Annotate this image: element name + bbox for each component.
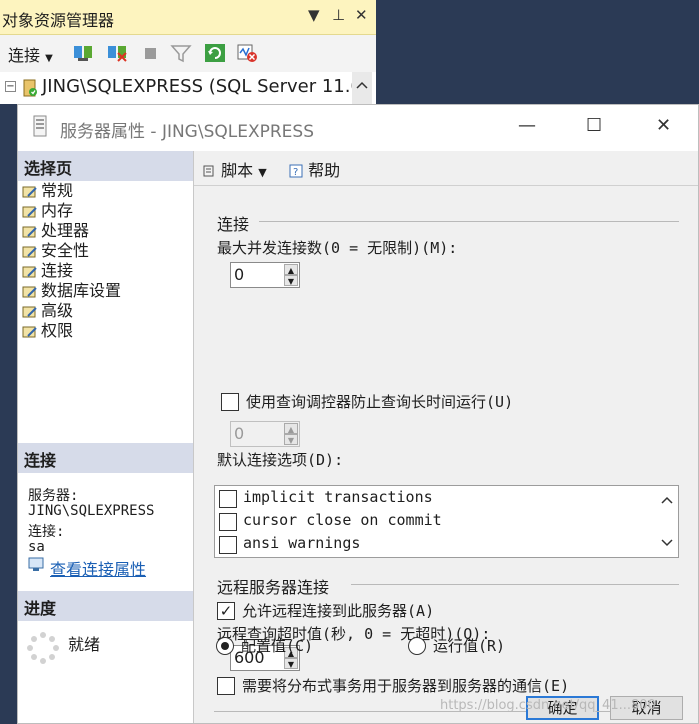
list-scrollbar[interactable] <box>656 486 678 557</box>
object-explorer-title: 对象资源管理器 <box>2 11 115 30</box>
distributed-transactions-checkbox[interactable] <box>217 677 235 695</box>
page-icon <box>22 246 37 257</box>
max-connections-label: 最大并发连接数(0 = 无限制)(M): <box>217 239 458 257</box>
max-connections-stepper[interactable]: 0 ▲ ▼ <box>230 262 300 288</box>
allow-remote-label: 允许远程连接到此服务器(A) <box>242 602 435 620</box>
page-icon <box>22 266 37 277</box>
connections-group-label: 连接 <box>217 215 250 234</box>
radio-dot <box>221 642 229 650</box>
script-icon <box>203 165 214 177</box>
distributed-transactions-label: 需要将分布式事务用于服务器到服务器的通信(E) <box>242 677 570 695</box>
page-icon <box>22 186 37 197</box>
object-explorer-titlebar: 对象资源管理器 ▼ ⊥ ✕ <box>0 0 376 35</box>
decrement-icon[interactable]: ▼ <box>284 275 298 286</box>
query-governor-checkbox[interactable] <box>221 393 239 411</box>
page-item-processors[interactable]: 处理器 <box>22 221 89 241</box>
decrement-icon[interactable]: ▼ <box>284 434 298 445</box>
help-icon: ? <box>289 164 303 178</box>
right-toolbar: 脚本 ▼ ? 帮助 <box>194 151 698 186</box>
disconnect-db-icon[interactable] <box>106 43 128 63</box>
object-explorer-panel: 对象资源管理器 ▼ ⊥ ✕ 连接 ▼ − JING\SQLEXPRESS (SQ… <box>0 0 376 104</box>
select-page-header: 选择页 <box>18 151 193 181</box>
tree-scrollbar[interactable] <box>352 72 372 104</box>
page-item-connections[interactable]: 连接 <box>22 261 73 281</box>
config-value-radio[interactable] <box>216 637 234 655</box>
chevron-up-icon[interactable] <box>661 495 673 505</box>
server-value: JING\SQLEXPRESS <box>28 503 155 519</box>
page-item-memory[interactable]: 内存 <box>22 201 73 221</box>
pin-icon[interactable]: ⊥ <box>332 6 345 24</box>
query-governor-stepper[interactable]: 0 ▲ ▼ <box>230 421 300 447</box>
object-explorer-tree: − JING\SQLEXPRESS (SQL Server 11.0. <box>0 72 376 104</box>
group-divider <box>259 221 679 222</box>
dropdown-icon[interactable]: ▼ <box>308 6 320 24</box>
page-icon <box>22 326 37 337</box>
allow-remote-checkbox[interactable]: ✓ <box>217 602 235 620</box>
page-item-database-settings[interactable]: 数据库设置 <box>22 281 121 301</box>
close-button[interactable]: ✕ <box>656 115 671 136</box>
refresh-icon[interactable] <box>204 43 226 63</box>
option-checkbox[interactable] <box>219 536 237 554</box>
connect-db-icon[interactable] <box>72 43 94 63</box>
script-button[interactable]: 脚本 ▼ <box>202 157 267 181</box>
server-node[interactable]: JING\SQLEXPRESS (SQL Server 11.0. <box>42 76 368 97</box>
server-icon <box>23 79 37 97</box>
option-checkbox[interactable] <box>219 490 237 508</box>
server-properties-dialog: 服务器属性 - JING\SQLEXPRESS — ☐ ✕ 选择页 常规 内存 … <box>17 104 699 724</box>
document-icon <box>33 115 47 137</box>
increment-icon[interactable]: ▲ <box>284 423 298 434</box>
page-item-general[interactable]: 常规 <box>22 181 73 201</box>
svg-text:?: ? <box>293 167 298 178</box>
dialog-titlebar: 服务器属性 - JING\SQLEXPRESS — ☐ ✕ <box>18 105 698 151</box>
default-options-label: 默认连接选项(D): <box>217 451 344 469</box>
help-button[interactable]: ? 帮助 <box>289 157 340 181</box>
stop-icon[interactable] <box>140 43 162 63</box>
running-value-label: 运行值(R) <box>433 637 506 655</box>
config-value-label: 配置值(C) <box>241 637 314 655</box>
collapse-icon[interactable]: − <box>5 81 16 92</box>
dialog-title: 服务器属性 - JING\SQLEXPRESS <box>60 122 315 142</box>
option-checkbox[interactable] <box>219 513 237 531</box>
progress-status: 就绪 <box>68 635 101 654</box>
left-pane: 选择页 常规 内存 处理器 安全性 连接 数据库设置 高级 权限 连接 服务器:… <box>18 151 194 723</box>
remote-group-label: 远程服务器连接 <box>217 578 330 597</box>
page-item-permissions[interactable]: 权限 <box>22 321 73 341</box>
group-divider <box>351 584 679 585</box>
increment-icon[interactable]: ▲ <box>284 264 298 275</box>
connection-header: 连接 <box>18 443 193 473</box>
watermark-text: https://blog.csdn.net/qq_41...800 <box>440 698 656 713</box>
decrement-icon[interactable]: ▼ <box>284 658 298 669</box>
filter-icon[interactable] <box>170 43 192 63</box>
connect-button[interactable]: 连接 ▼ <box>8 42 53 66</box>
page-icon <box>22 286 37 297</box>
connection-value: sa <box>28 539 45 555</box>
page-icon <box>22 206 37 217</box>
server-label: 服务器: <box>28 488 79 504</box>
page-item-advanced[interactable]: 高级 <box>22 301 73 321</box>
connection-label: 连接: <box>28 524 65 540</box>
maximize-button[interactable]: ☐ <box>586 115 602 136</box>
chevron-up-icon[interactable] <box>356 80 368 90</box>
page-icon <box>22 306 37 317</box>
running-value-radio[interactable] <box>408 637 426 655</box>
default-options-list[interactable]: implicit transactions cursor close on co… <box>214 485 679 558</box>
query-governor-label: 使用查询调控器防止查询长时间运行(U) <box>246 393 514 411</box>
page-icon <box>22 226 37 237</box>
view-connection-properties-link[interactable]: 查看连接属性 <box>50 556 146 580</box>
activity-monitor-icon[interactable] <box>236 43 258 63</box>
progress-spinner-icon <box>27 632 59 664</box>
object-explorer-toolbar: 连接 ▼ <box>0 36 376 70</box>
minimize-button[interactable]: — <box>518 115 536 136</box>
close-icon[interactable]: ✕ <box>355 6 368 24</box>
chevron-down-icon[interactable] <box>661 538 673 548</box>
progress-header: 进度 <box>18 591 193 621</box>
page-item-security[interactable]: 安全性 <box>22 241 89 261</box>
properties-icon <box>28 557 44 571</box>
